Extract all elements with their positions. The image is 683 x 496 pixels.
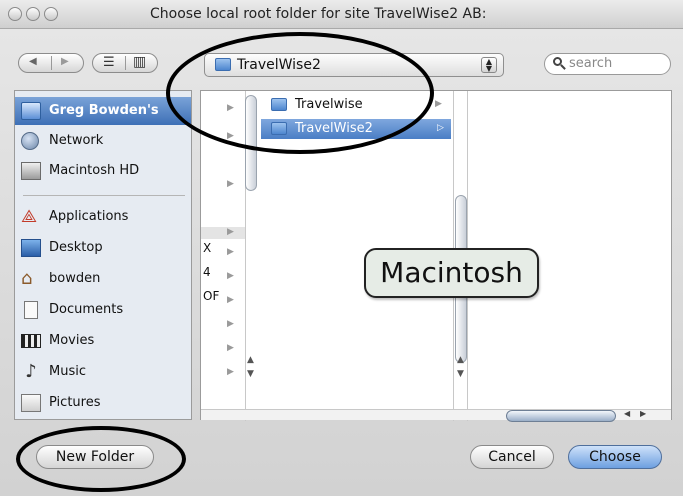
sidebar-item-applications[interactable]: ⟁ Applications <box>15 203 191 231</box>
popup-arrows-icon: ▲ ▼ <box>481 57 497 73</box>
title-bar: Choose local root folder for site Travel… <box>0 0 683 29</box>
sidebar-item-network[interactable]: Network <box>15 127 191 155</box>
close-window-icon[interactable] <box>8 7 22 21</box>
window-title: Choose local root folder for site Travel… <box>150 6 487 22</box>
sidebar-separator <box>23 195 185 196</box>
sidebar-item-documents[interactable]: Documents <box>15 296 191 324</box>
partial-item-label: 4 <box>203 265 211 279</box>
sidebar-item-desktop[interactable]: Desktop <box>15 234 191 262</box>
disclosure-arrow-icon: ▶ <box>227 295 234 305</box>
scroll-left-arrow-icon[interactable]: ◀ <box>624 409 630 418</box>
annotation-oval-location <box>166 32 434 154</box>
search-field[interactable]: search <box>544 53 671 75</box>
minimize-window-icon[interactable] <box>26 7 40 21</box>
disclosure-arrow-icon: ▷ <box>437 123 444 133</box>
view-mode-control: ☰ ▥ <box>92 53 158 73</box>
computer-icon <box>21 102 41 120</box>
zoom-window-icon[interactable] <box>44 7 58 21</box>
choose-button[interactable]: Choose <box>568 445 662 469</box>
applications-icon: ⟁ <box>21 206 38 227</box>
network-globe-icon <box>21 132 39 150</box>
search-placeholder: search <box>569 56 613 71</box>
scroll-right-arrow-icon[interactable]: ▶ <box>640 409 646 418</box>
disclosure-arrow-icon: ▶ <box>227 271 234 281</box>
back-forward-control: ◀ ▶ <box>18 53 84 73</box>
back-button[interactable]: ◀ <box>29 56 37 67</box>
scroll-down-arrow-icon[interactable]: ▼ <box>457 369 464 379</box>
sidebar: Greg Bowden's Network Macintosh HD ⟁ App… <box>14 90 192 420</box>
movies-icon <box>21 334 41 348</box>
sidebar-item-movies[interactable]: Movies <box>15 327 191 355</box>
disclosure-arrow-icon: ▶ <box>227 179 234 189</box>
documents-icon <box>24 301 38 319</box>
sidebar-item-pictures[interactable]: Pictures <box>15 389 191 417</box>
disclosure-arrow-icon: ▶ <box>227 319 234 329</box>
sidebar-item-macintosh-hd[interactable]: Macintosh HD <box>15 157 191 185</box>
partial-item-label: OF <box>203 289 220 303</box>
partial-column-selection <box>201 227 245 239</box>
music-icon: ♪ <box>25 361 37 382</box>
column-view-button[interactable]: ▥ <box>133 54 146 70</box>
scroll-up-arrow-icon[interactable]: ▲ <box>247 355 254 365</box>
desktop-icon <box>21 239 41 257</box>
cancel-button[interactable]: Cancel <box>470 445 554 469</box>
sidebar-item-bowden[interactable]: ⌂ bowden <box>15 265 191 293</box>
sidebar-item-computer[interactable]: Greg Bowden's <box>15 97 191 125</box>
scroll-up-arrow-icon[interactable]: ▲ <box>457 355 464 365</box>
scroll-down-arrow-icon[interactable]: ▼ <box>247 369 254 379</box>
magnifier-handle-icon <box>560 64 566 70</box>
forward-button[interactable]: ▶ <box>61 56 69 67</box>
disclosure-arrow-icon: ▶ <box>227 343 234 353</box>
partial-item-label: X <box>203 241 212 255</box>
choose-folder-dialog: Choose local root folder for site Travel… <box>0 0 683 496</box>
disclosure-arrow-icon: ▶ <box>227 227 234 237</box>
annotation-oval-new-folder <box>16 426 186 492</box>
macintosh-callout: Macintosh <box>364 248 539 298</box>
disclosure-arrow-icon: ▶ <box>227 367 234 377</box>
disclosure-arrow-icon: ▶ <box>227 247 234 257</box>
horizontal-scroll-thumb[interactable] <box>506 410 616 422</box>
sidebar-item-music[interactable]: ♪ Music <box>15 358 191 386</box>
home-icon: ⌂ <box>21 268 33 289</box>
pictures-icon <box>21 394 41 412</box>
list-view-button[interactable]: ☰ <box>103 55 115 70</box>
hard-drive-icon <box>21 162 41 180</box>
disclosure-arrow-icon: ▶ <box>435 99 442 109</box>
